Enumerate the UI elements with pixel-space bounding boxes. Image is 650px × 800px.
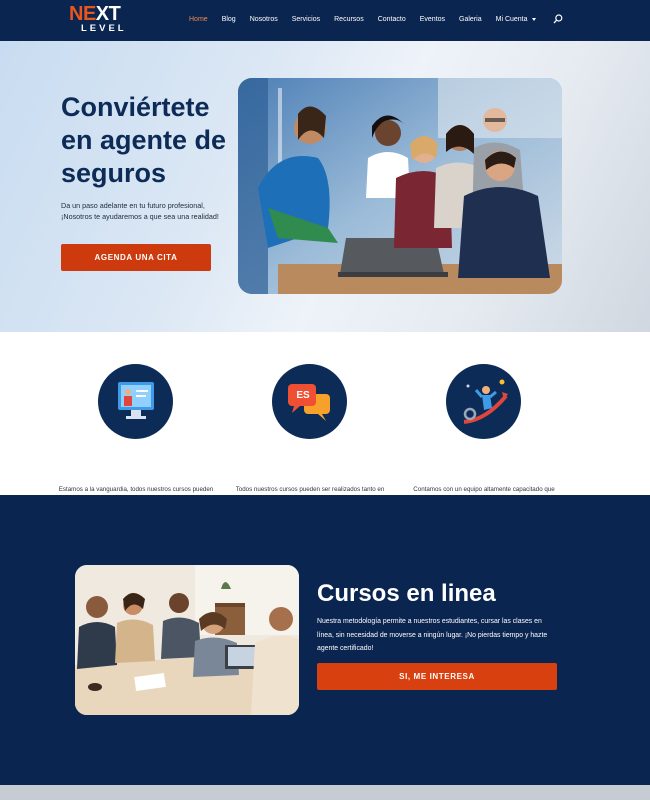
nav-contacto[interactable]: Contacto (378, 15, 406, 27)
nav-servicios[interactable]: Servicios (292, 15, 320, 27)
next-level-logo[interactable]: NEXT LEVEL (69, 4, 145, 36)
meeting-photo-illustration (75, 565, 299, 715)
language-bubbles-icon: ES (272, 364, 347, 439)
language-bubbles-graphic (288, 384, 330, 421)
nav-mi-cuenta-label: Mi Cuenta (495, 16, 528, 23)
hero-title: Conviértete en agente de seguros (61, 92, 227, 188)
chevron-down-icon (531, 17, 536, 21)
main-nav: Home Blog Nosotros Servicios Recursos Co… (189, 15, 550, 27)
growth-figure-icon (446, 364, 521, 439)
courses-description: Nuestra metodología permite a nuestros e… (317, 618, 548, 652)
online-classroom-icon (98, 364, 173, 439)
nav-home[interactable]: Home (189, 15, 208, 27)
team-celebration-photo (238, 78, 562, 294)
next-section-edge (0, 785, 650, 800)
course-meeting-photo (75, 565, 299, 715)
search-icon[interactable] (553, 14, 563, 24)
growth-figure-graphic (463, 379, 508, 424)
online-courses-section: Cursos en linea Nuestra metodología perm… (0, 495, 650, 785)
language-es-label: ES (296, 390, 310, 401)
features-section: Estamos a la vanguardia, todos nuestros … (0, 332, 650, 503)
logo-wordmark: NEXT (69, 3, 121, 25)
online-classroom-graphic (118, 382, 154, 419)
courses-title: Cursos en linea (317, 580, 496, 607)
hero-section: Conviértete en agente de seguros Da un p… (0, 41, 650, 332)
logo-subtitle: LEVEL (81, 23, 127, 34)
interested-button[interactable]: SI, ME INTERESA (317, 663, 557, 690)
schedule-appointment-button[interactable]: AGENDA UNA CITA (61, 244, 211, 271)
team-photo-illustration (238, 78, 562, 294)
nav-mi-cuenta[interactable]: Mi Cuenta (496, 15, 536, 27)
hero-subtitle: Da un paso adelante en tu futuro profesi… (61, 201, 219, 221)
nav-blog[interactable]: Blog (222, 15, 236, 27)
site-header: NEXT LEVEL Home Blog Nosotros Servicios … (0, 0, 650, 41)
nav-nosotros[interactable]: Nosotros (250, 15, 278, 27)
nav-galeria[interactable]: Galeria (459, 15, 482, 27)
nav-recursos[interactable]: Recursos (334, 15, 364, 27)
nav-eventos[interactable]: Eventos (420, 15, 445, 27)
